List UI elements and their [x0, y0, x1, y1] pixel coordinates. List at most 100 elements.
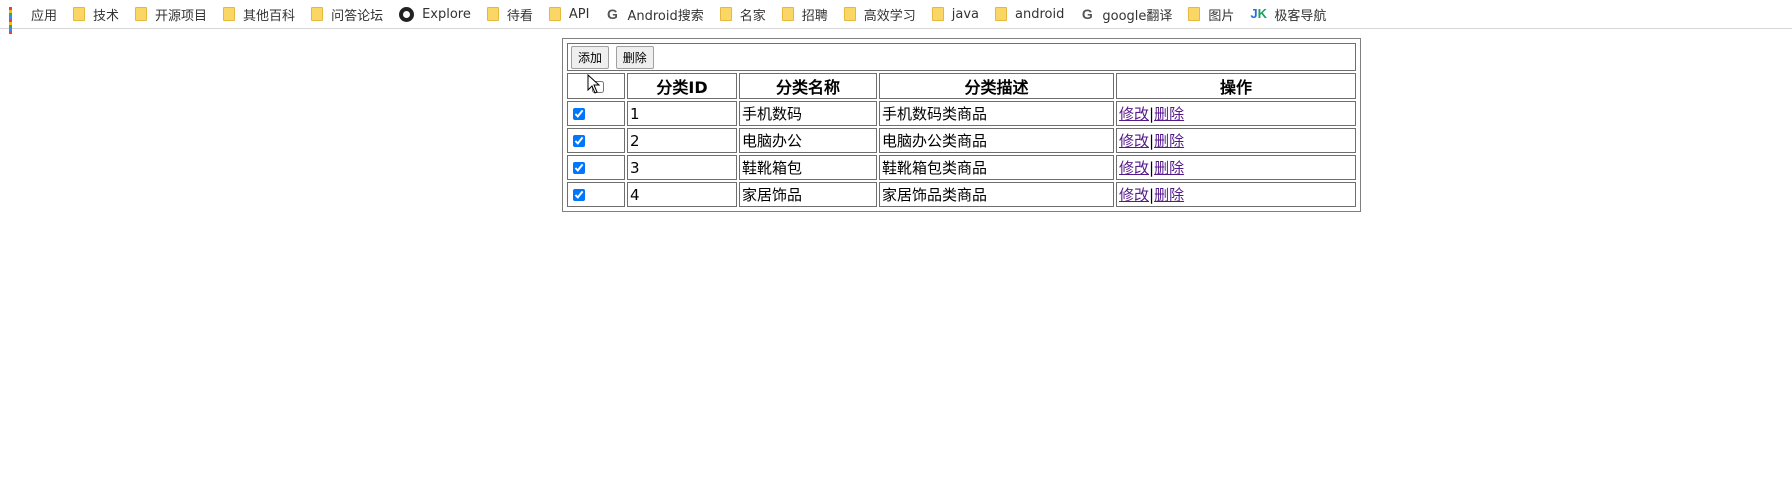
bookmark-explore[interactable]: Explore [399, 0, 471, 28]
google-icon: G [1081, 6, 1093, 22]
bookmark-folder-android[interactable]: android [995, 0, 1064, 28]
bookmark-apps[interactable]: 应用 [9, 0, 58, 34]
row-select-cell [567, 101, 625, 126]
cell-actions: 修改|删除 [1116, 182, 1356, 207]
bookmark-label: Android搜索 [627, 8, 704, 24]
bookmark-label: java [951, 6, 980, 22]
bookmark-android-search[interactable]: G Android搜索 [605, 0, 704, 28]
bookmark-geek-nav[interactable]: JK 极客导航 [1250, 0, 1326, 28]
add-button[interactable]: 添加 [571, 45, 610, 69]
bookmark-folder-images[interactable]: 图片 [1188, 0, 1234, 28]
cell-id: 2 [627, 128, 737, 153]
select-all-checkbox[interactable] [591, 81, 604, 93]
apps-icon [9, 7, 23, 34]
bookmark-label: 问答论坛 [331, 8, 384, 24]
cell-actions: 修改|删除 [1116, 101, 1356, 126]
edit-link[interactable]: 修改 [1119, 159, 1149, 177]
bookmark-label: 技术 [93, 8, 120, 24]
folder-icon [486, 7, 499, 21]
cell-desc: 鞋靴箱包类商品 [879, 155, 1114, 180]
folder-icon [931, 7, 944, 21]
edit-link[interactable]: 修改 [1119, 186, 1149, 204]
cell-actions: 修改|删除 [1116, 155, 1356, 180]
bookmark-folder-learning[interactable]: 高效学习 [843, 0, 916, 28]
category-table: 添加 删除 分类ID 分类名称 分类描述 操作 1 手机数码 手机数码类商品 修… [565, 41, 1358, 209]
bookmark-label: 开源项目 [155, 8, 208, 24]
bookmark-folder-open-source[interactable]: 开源项目 [135, 0, 207, 28]
github-icon [399, 6, 415, 22]
bookmark-folder-tech[interactable]: 技术 [73, 0, 119, 28]
edit-link[interactable]: 修改 [1119, 105, 1149, 123]
jk-icon: JK [1250, 6, 1268, 21]
cell-name: 电脑办公 [739, 128, 877, 153]
bookmark-label: 应用 [31, 8, 58, 24]
bookmark-label: 招聘 [801, 8, 828, 24]
folder-icon [843, 7, 856, 21]
bookmark-label: android [1015, 6, 1065, 22]
category-panel: 添加 删除 分类ID 分类名称 分类描述 操作 1 手机数码 手机数码类商品 修… [562, 38, 1361, 212]
row-checkbox[interactable] [573, 162, 585, 174]
table-row: 2 电脑办公 电脑办公类商品 修改|删除 [567, 128, 1356, 153]
delete-button[interactable]: 删除 [615, 45, 654, 69]
toolbar-cell: 添加 删除 [567, 43, 1356, 71]
delete-link[interactable]: 删除 [1154, 105, 1184, 123]
bookmark-folder-java[interactable]: java [931, 0, 980, 28]
cell-desc: 手机数码类商品 [879, 101, 1114, 126]
bookmark-folder-experts[interactable]: 名家 [719, 0, 766, 28]
bookmark-label: 待看 [506, 8, 533, 24]
table-row: 4 家居饰品 家居饰品类商品 修改|删除 [567, 182, 1356, 207]
edit-link[interactable]: 修改 [1119, 132, 1149, 150]
bookmark-label: 高效学习 [863, 8, 916, 24]
cell-desc: 家居饰品类商品 [879, 182, 1114, 207]
table-row: 1 手机数码 手机数码类商品 修改|删除 [567, 101, 1356, 126]
cell-desc: 电脑办公类商品 [879, 128, 1114, 153]
bookmark-folder-wiki[interactable]: 其他百科 [223, 0, 295, 28]
header-row: 分类ID 分类名称 分类描述 操作 [567, 73, 1356, 99]
row-select-cell [567, 182, 625, 207]
bookmark-label: 极客导航 [1274, 8, 1327, 24]
folder-icon [311, 7, 324, 21]
delete-link[interactable]: 删除 [1154, 186, 1184, 204]
folder-icon [548, 7, 561, 21]
cell-actions: 修改|删除 [1116, 128, 1356, 153]
cell-id: 1 [627, 101, 737, 126]
folder-icon [719, 7, 732, 21]
bookmarks-bar: 应用 技术 开源项目 其他百科 问答论坛 Explore 待看 API G An… [0, 0, 1792, 34]
folder-icon [781, 7, 794, 21]
row-select-cell [567, 155, 625, 180]
bookmark-folder-api[interactable]: API [548, 0, 590, 28]
bookmark-label: 名家 [739, 8, 766, 24]
cell-id: 4 [627, 182, 737, 207]
bookmark-folder-forum[interactable]: 问答论坛 [311, 0, 383, 28]
column-header-actions: 操作 [1116, 73, 1356, 99]
row-select-cell [567, 128, 625, 153]
folder-icon [135, 7, 148, 21]
delete-link[interactable]: 删除 [1154, 159, 1184, 177]
bookmark-folder-jobs[interactable]: 招聘 [781, 0, 828, 28]
folder-icon [73, 7, 86, 21]
bookmark-folder-to-read[interactable]: 待看 [486, 0, 533, 28]
column-header-id: 分类ID [627, 73, 737, 99]
delete-link[interactable]: 删除 [1154, 132, 1184, 150]
table-row: 3 鞋靴箱包 鞋靴箱包类商品 修改|删除 [567, 155, 1356, 180]
bookmark-label: google翻译 [1102, 8, 1173, 24]
folder-icon [223, 7, 236, 21]
folder-icon [1188, 7, 1201, 21]
bookmark-label: 图片 [1208, 8, 1235, 24]
cell-name: 手机数码 [739, 101, 877, 126]
row-checkbox[interactable] [573, 108, 585, 120]
row-checkbox[interactable] [573, 135, 585, 147]
column-header-name: 分类名称 [739, 73, 877, 99]
folder-icon [995, 7, 1008, 21]
row-checkbox[interactable] [573, 189, 585, 201]
google-icon: G [607, 6, 618, 22]
select-all-header [567, 73, 625, 99]
bookmark-google-translate[interactable]: G google翻译 [1080, 0, 1172, 28]
column-header-desc: 分类描述 [879, 73, 1114, 99]
cell-name: 鞋靴箱包 [739, 155, 877, 180]
bookmark-label: API [568, 6, 590, 22]
bookmark-label: Explore [422, 6, 471, 22]
toolbar-row: 添加 删除 [567, 43, 1356, 71]
cell-name: 家居饰品 [739, 182, 877, 207]
bookmark-label: 其他百科 [243, 8, 296, 24]
